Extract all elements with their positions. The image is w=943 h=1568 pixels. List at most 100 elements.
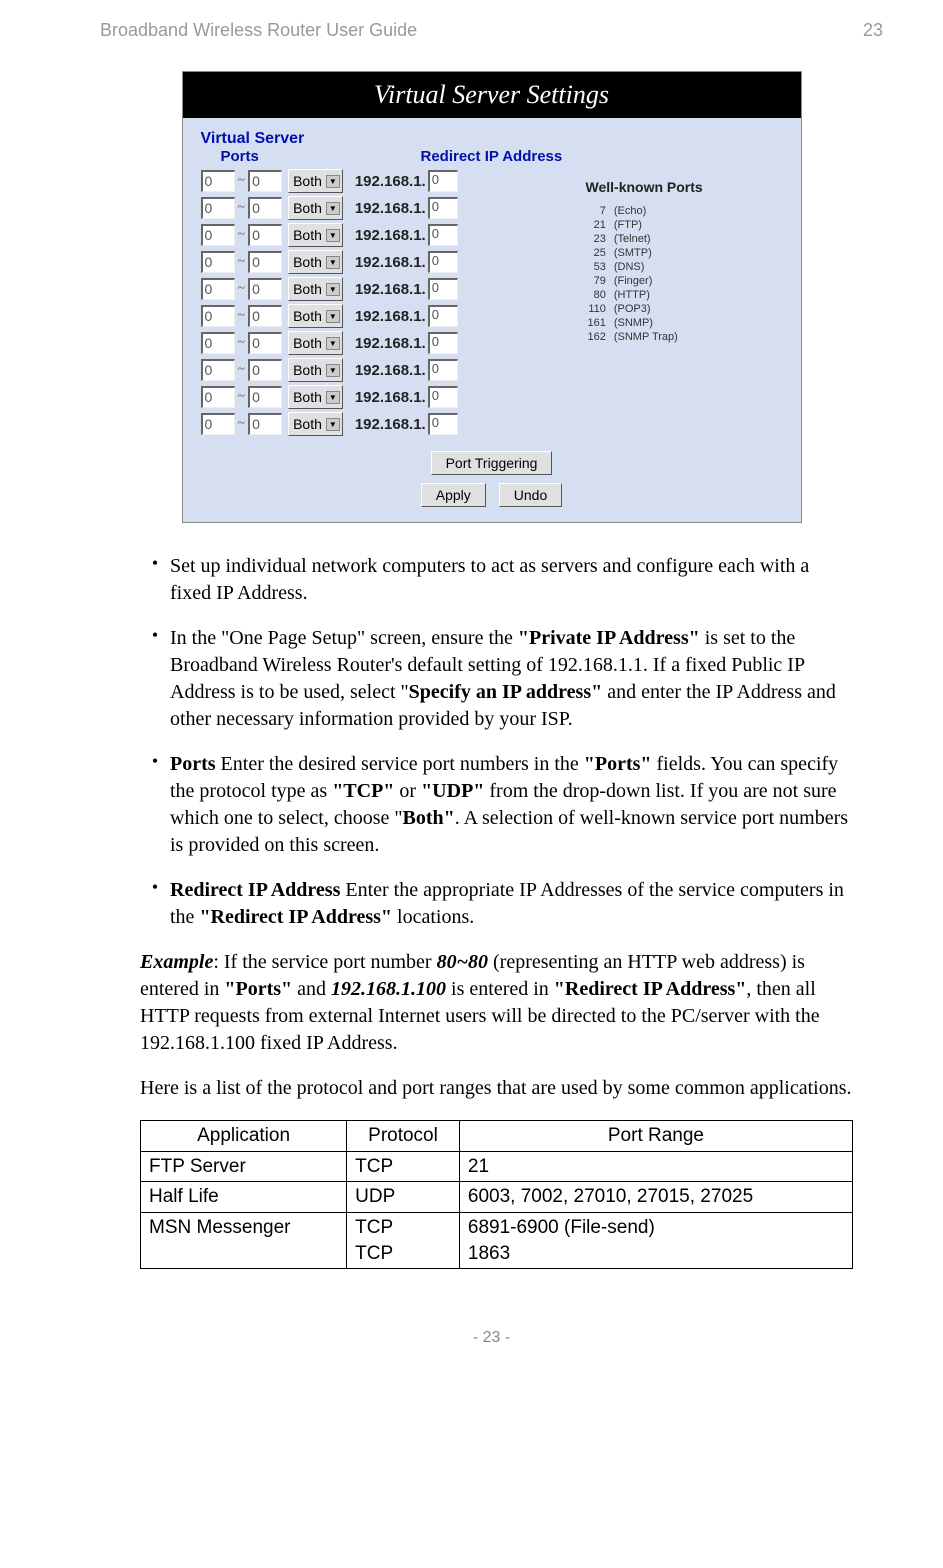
port-to-input[interactable]: 0 bbox=[248, 278, 282, 300]
cell-range: 6003, 7002, 27010, 27015, 27025 bbox=[459, 1182, 852, 1213]
cell-app: MSN Messenger bbox=[141, 1212, 347, 1268]
wkp-row: 79(Finger) bbox=[588, 275, 678, 287]
tilde: ~ bbox=[238, 335, 246, 351]
port-from-input[interactable]: 0 bbox=[201, 170, 235, 192]
ip-last-input[interactable]: 0 bbox=[428, 359, 458, 381]
bullet-3: • Ports Enter the desired service port n… bbox=[140, 751, 853, 859]
column-headers: Ports Redirect IP Address bbox=[221, 148, 791, 165]
wkp-port: 7 bbox=[588, 205, 612, 217]
protocol-select[interactable]: Both▼ bbox=[288, 169, 343, 193]
port-to-input[interactable]: 0 bbox=[248, 386, 282, 408]
port-from-input[interactable]: 0 bbox=[201, 305, 235, 327]
bullet-dot: • bbox=[140, 751, 170, 859]
protocol-select[interactable]: Both▼ bbox=[288, 250, 343, 274]
ip-prefix: 192.168.1. bbox=[355, 227, 426, 244]
redirect-header: Redirect IP Address bbox=[421, 148, 563, 165]
tilde: ~ bbox=[238, 308, 246, 324]
well-known-ports: Well-known Ports 7(Echo) 21(FTP) 23(Telnet… bbox=[558, 169, 791, 439]
virtual-server-screenshot: Virtual Server Settings Virtual Server P… bbox=[182, 71, 802, 523]
bullet-dot: • bbox=[140, 553, 170, 607]
tilde: ~ bbox=[238, 416, 246, 432]
port-from-input[interactable]: 0 bbox=[201, 251, 235, 273]
wkp-name: (DNS) bbox=[614, 261, 678, 273]
protocol-select[interactable]: Both▼ bbox=[288, 385, 343, 409]
ip-last-input[interactable]: 0 bbox=[428, 170, 458, 192]
ip-last-input[interactable]: 0 bbox=[428, 197, 458, 219]
protocol-select[interactable]: Both▼ bbox=[288, 358, 343, 382]
wkp-name: (Telnet) bbox=[614, 233, 678, 245]
ip-last-input[interactable]: 0 bbox=[428, 251, 458, 273]
port-row: 0~0Both▼192.168.1.0 bbox=[193, 304, 558, 328]
page-header: Broadband Wireless Router User Guide 23 bbox=[100, 20, 883, 41]
wkp-name: (POP3) bbox=[614, 303, 678, 315]
chevron-down-icon: ▼ bbox=[326, 229, 340, 242]
page-number-top: 23 bbox=[863, 20, 883, 41]
cell-app: Half Life bbox=[141, 1182, 347, 1213]
chevron-down-icon: ▼ bbox=[326, 310, 340, 323]
cell-app: FTP Server bbox=[141, 1151, 347, 1182]
protocol-select[interactable]: Both▼ bbox=[288, 412, 343, 436]
port-to-input[interactable]: 0 bbox=[248, 197, 282, 219]
port-rows: 0~0Both▼192.168.1.00~0Both▼192.168.1.00~… bbox=[193, 169, 558, 439]
ip-prefix: 192.168.1. bbox=[355, 362, 426, 379]
port-to-input[interactable]: 0 bbox=[248, 251, 282, 273]
wkp-port: 79 bbox=[588, 275, 612, 287]
wkp-port: 25 bbox=[588, 247, 612, 259]
protocol-select[interactable]: Both▼ bbox=[288, 277, 343, 301]
bullet-text: Ports Enter the desired service port num… bbox=[170, 751, 853, 859]
tilde: ~ bbox=[238, 173, 246, 189]
chevron-down-icon: ▼ bbox=[326, 202, 340, 215]
protocol-select[interactable]: Both▼ bbox=[288, 223, 343, 247]
body-content: • Set up individual network computers to… bbox=[140, 553, 853, 1269]
port-to-input[interactable]: 0 bbox=[248, 359, 282, 381]
ip-last-input[interactable]: 0 bbox=[428, 224, 458, 246]
protocol-select[interactable]: Both▼ bbox=[288, 196, 343, 220]
table-row: MSN MessengerTCP TCP6891-6900 (File-send… bbox=[141, 1212, 853, 1268]
port-from-input[interactable]: 0 bbox=[201, 224, 235, 246]
wkp-row: 7(Echo) bbox=[588, 205, 678, 217]
chevron-down-icon: ▼ bbox=[326, 391, 340, 404]
ip-last-input[interactable]: 0 bbox=[428, 332, 458, 354]
ip-last-input[interactable]: 0 bbox=[428, 413, 458, 435]
wkp-name: (SNMP Trap) bbox=[614, 331, 678, 343]
chevron-down-icon: ▼ bbox=[326, 418, 340, 431]
port-from-input[interactable]: 0 bbox=[201, 386, 235, 408]
port-triggering-button[interactable]: Port Triggering bbox=[431, 451, 553, 475]
wkp-row: 80(HTTP) bbox=[588, 289, 678, 301]
cell-proto: UDP bbox=[347, 1182, 460, 1213]
port-to-input[interactable]: 0 bbox=[248, 305, 282, 327]
chevron-down-icon: ▼ bbox=[326, 364, 340, 377]
ip-last-input[interactable]: 0 bbox=[428, 386, 458, 408]
page-footer: - 23 - bbox=[100, 1329, 883, 1347]
protocol-select[interactable]: Both▼ bbox=[288, 331, 343, 355]
wkp-table: 7(Echo)21(FTP)23(Telnet)25(SMTP)53(DNS)7… bbox=[586, 203, 680, 345]
bullet-dot: • bbox=[140, 877, 170, 931]
tilde: ~ bbox=[238, 362, 246, 378]
port-from-input[interactable]: 0 bbox=[201, 413, 235, 435]
apply-button[interactable]: Apply bbox=[421, 483, 486, 507]
table-row: FTP ServerTCP21 bbox=[141, 1151, 853, 1182]
tilde: ~ bbox=[238, 227, 246, 243]
ip-last-input[interactable]: 0 bbox=[428, 278, 458, 300]
port-to-input[interactable]: 0 bbox=[248, 332, 282, 354]
port-to-input[interactable]: 0 bbox=[248, 224, 282, 246]
wkp-row: 21(FTP) bbox=[588, 219, 678, 231]
protocol-select[interactable]: Both▼ bbox=[288, 304, 343, 328]
wkp-port: 80 bbox=[588, 289, 612, 301]
wkp-port: 53 bbox=[588, 261, 612, 273]
cell-proto: TCP TCP bbox=[347, 1212, 460, 1268]
bullet-2: • In the "One Page Setup" screen, ensure… bbox=[140, 625, 853, 733]
port-from-input[interactable]: 0 bbox=[201, 332, 235, 354]
port-from-input[interactable]: 0 bbox=[201, 359, 235, 381]
port-to-input[interactable]: 0 bbox=[248, 170, 282, 192]
wkp-row: 23(Telnet) bbox=[588, 233, 678, 245]
port-from-input[interactable]: 0 bbox=[201, 197, 235, 219]
bullet-4: • Redirect IP Address Enter the appropri… bbox=[140, 877, 853, 931]
port-to-input[interactable]: 0 bbox=[248, 413, 282, 435]
ip-last-input[interactable]: 0 bbox=[428, 305, 458, 327]
port-from-input[interactable]: 0 bbox=[201, 278, 235, 300]
undo-button[interactable]: Undo bbox=[499, 483, 562, 507]
wkp-name: (SMTP) bbox=[614, 247, 678, 259]
wkp-title: Well-known Ports bbox=[586, 179, 791, 195]
th-application: Application bbox=[141, 1121, 347, 1152]
